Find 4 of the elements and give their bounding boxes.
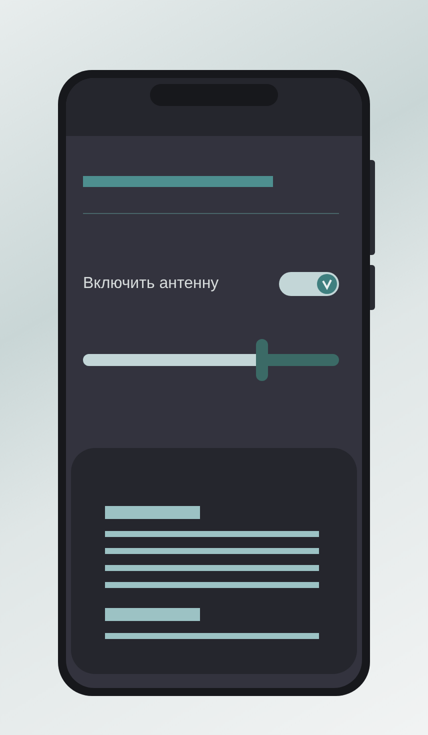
- slider-thumb[interactable]: [256, 339, 268, 381]
- toggle-label: Включить антенну: [83, 274, 219, 294]
- antenna-toggle[interactable]: [279, 272, 339, 296]
- check-icon: [317, 274, 337, 294]
